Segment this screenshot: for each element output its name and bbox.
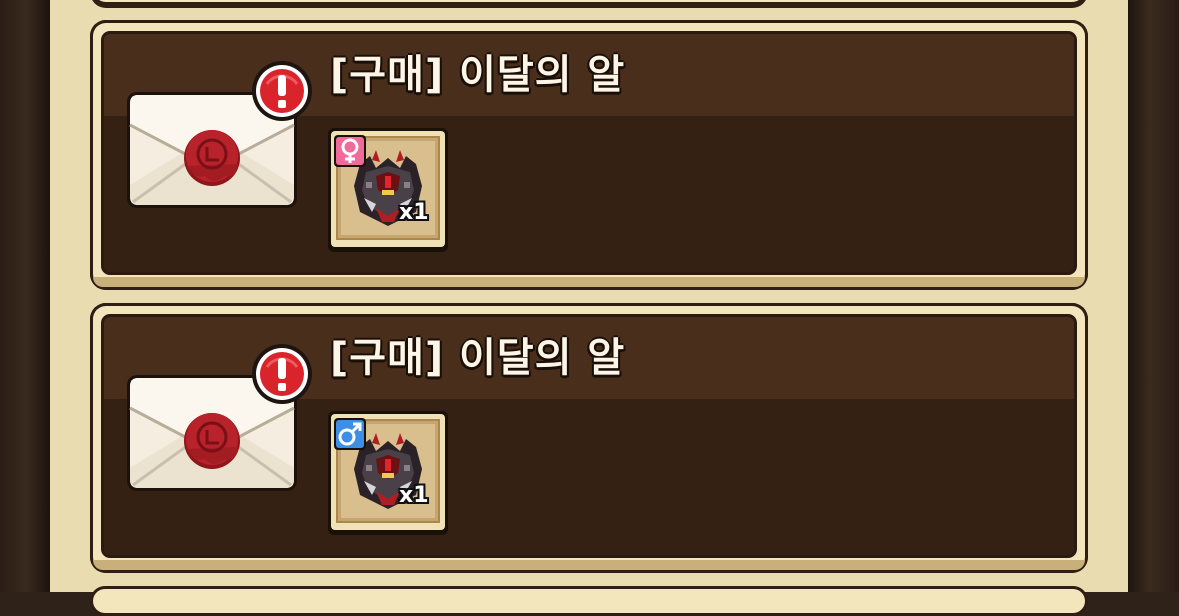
mail-card[interactable]: [구매] 이달의 알 x1 (90, 20, 1088, 290)
reward-quantity: x1 (399, 200, 429, 225)
alert-badge-icon (252, 344, 312, 404)
gender-female-icon (334, 135, 366, 167)
mail-title: [구매] 이달의 알 (330, 335, 626, 381)
alert-badge-icon (252, 61, 312, 121)
gender-male-icon (334, 418, 366, 450)
mail-title: [구매] 이달의 알 (330, 52, 626, 98)
mail-card-partial-top (90, 0, 1088, 8)
mail-card[interactable]: [구매] 이달의 알 x1 (90, 303, 1088, 573)
reward-quantity: x1 (399, 483, 429, 508)
mail-card-partial-bottom (90, 586, 1088, 616)
